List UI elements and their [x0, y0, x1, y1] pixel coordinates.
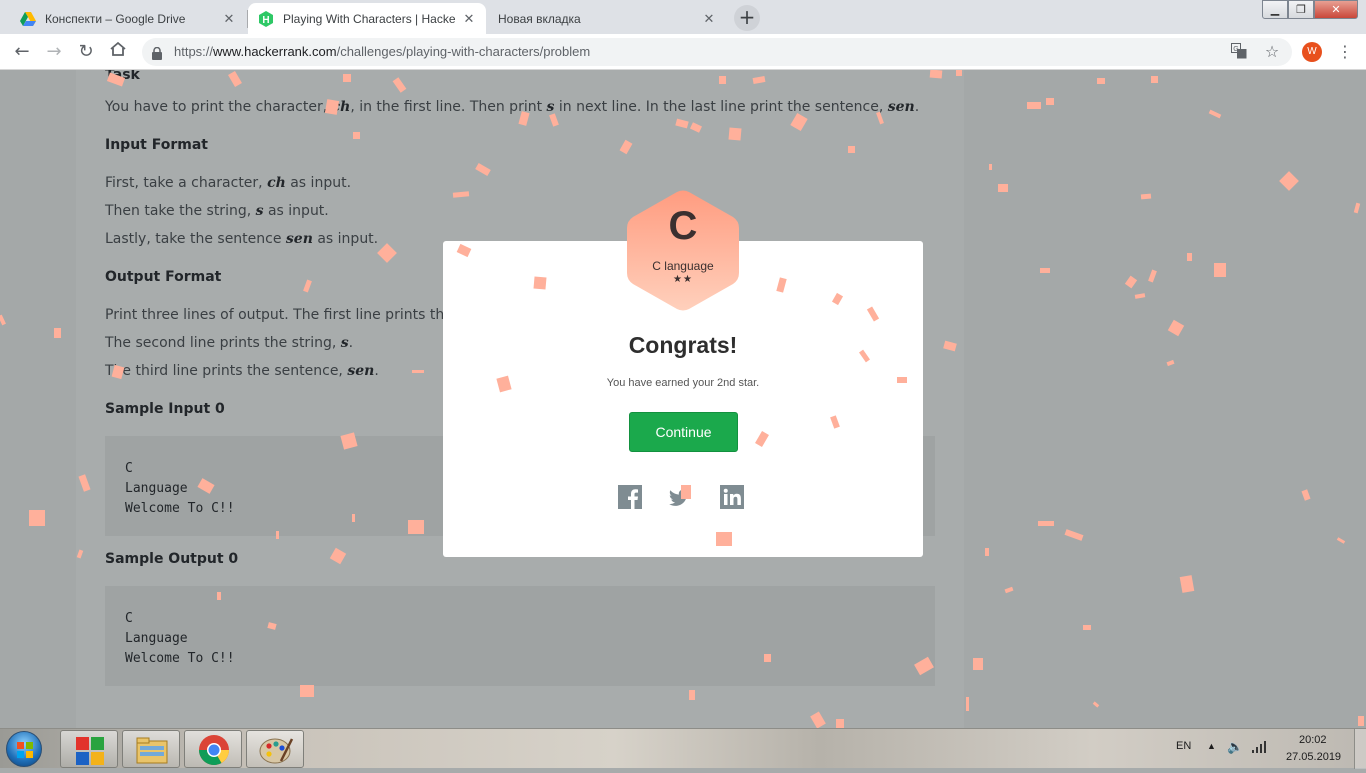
close-tab-icon[interactable]: ✕	[702, 11, 716, 27]
forward-button[interactable]: →	[42, 40, 66, 64]
sample-output-code: C Language Welcome To C!!	[105, 586, 935, 686]
minimize-button[interactable]: ▁	[1262, 0, 1288, 19]
output-line-3: The third line prints the sentence, sen.	[105, 363, 379, 379]
badge-language: C language	[652, 259, 714, 273]
sample-output-heading: Sample Output 0	[105, 551, 239, 567]
maximize-button[interactable]: ❐	[1288, 0, 1314, 19]
menu-kebab-icon[interactable]: ⋮	[1336, 42, 1354, 62]
tab-title: Playing With Characters | HackerRank	[283, 11, 456, 26]
input-format-heading: Input Format	[105, 137, 208, 153]
svg-text:G: G	[1233, 46, 1238, 53]
sample-input-heading: Sample Input 0	[105, 401, 225, 417]
language-star-badge: C C language ★★	[627, 190, 739, 311]
url-text: https://www.hackerrank.com/challenges/pl…	[174, 44, 591, 59]
code-line: C	[125, 611, 133, 626]
svg-text:H: H	[262, 15, 269, 26]
address-bar[interactable]: https://www.hackerrank.com/challenges/pl…	[142, 38, 1292, 66]
browser-toolbar: ← → ↻ https://www.hackerrank.com/challen…	[0, 34, 1366, 70]
network-signal-icon[interactable]	[1252, 741, 1268, 756]
start-button[interactable]	[6, 731, 42, 767]
bookmark-star-icon[interactable]: ☆	[1263, 43, 1281, 61]
input-line-1: First, take a character, ch as input.	[105, 175, 352, 191]
task-heading: Task	[105, 70, 140, 83]
windows-store-icon[interactable]	[60, 730, 118, 768]
tab-hackerrank[interactable]: H Playing With Characters | HackerRank ✕	[248, 3, 486, 34]
tab-title: Новая вкладка	[498, 11, 581, 26]
input-line-3: Lastly, take the sentence sen as input.	[105, 231, 379, 247]
language-indicator[interactable]: EN	[1176, 740, 1191, 752]
home-button[interactable]	[106, 40, 130, 64]
lock-icon	[152, 45, 162, 64]
badge-stars: ★★	[673, 274, 693, 285]
hackerrank-icon: H	[258, 10, 274, 27]
reload-button[interactable]: ↻	[74, 40, 98, 64]
task-text: You have to print the character, ch, in …	[105, 99, 920, 115]
show-desktop-button[interactable]	[1354, 729, 1366, 769]
output-line-2: The second line prints the string, s.	[105, 335, 354, 351]
google-drive-icon	[20, 11, 36, 27]
modal-title: Congrats!	[628, 332, 738, 358]
page-scrollbar[interactable]	[1351, 70, 1366, 728]
browser-tab-strip: Конспекти – Google Drive ✕ H Playing Wit…	[0, 0, 1366, 34]
show-hidden-icons-icon[interactable]: ▲	[1207, 741, 1216, 751]
close-window-button[interactable]: ✕	[1314, 0, 1358, 19]
twitter-icon[interactable]	[667, 485, 691, 509]
home-icon	[110, 41, 126, 56]
file-explorer-icon[interactable]	[122, 730, 180, 768]
volume-icon[interactable]: 🔈	[1227, 739, 1243, 755]
clock-date[interactable]: 27.05.2019	[1286, 751, 1341, 763]
translate-icon[interactable]: G	[1230, 43, 1248, 61]
chrome-icon[interactable]	[184, 730, 242, 768]
windows-taskbar: EN ▲ 🔈 20:02 27.05.2019	[0, 728, 1366, 769]
profile-avatar[interactable]: W	[1302, 42, 1322, 62]
input-line-2: Then take the string, s as input.	[105, 203, 329, 219]
code-line: Welcome To C!!	[125, 651, 235, 666]
back-button[interactable]: ←	[10, 40, 34, 64]
tab-new-tab[interactable]: Новая вкладка ✕	[488, 3, 726, 34]
tab-title: Конспекти – Google Drive	[45, 11, 186, 26]
code-line: Language	[125, 631, 188, 646]
clock-time[interactable]: 20:02	[1299, 734, 1327, 746]
tab-google-drive[interactable]: Конспекти – Google Drive ✕	[10, 3, 246, 34]
new-tab-button[interactable]: +	[734, 5, 760, 31]
output-line-1: Print three lines of output. The first l…	[105, 307, 453, 323]
close-tab-icon[interactable]: ✕	[222, 11, 236, 27]
facebook-icon[interactable]	[618, 485, 642, 509]
close-tab-icon[interactable]: ✕	[462, 11, 476, 27]
modal-message: You have earned your 2nd star.	[606, 377, 760, 389]
output-format-heading: Output Format	[105, 269, 222, 285]
continue-button[interactable]: Continue	[629, 412, 738, 452]
paint-icon[interactable]	[246, 730, 304, 768]
badge-letter: C	[668, 204, 698, 248]
linkedin-icon[interactable]	[720, 485, 744, 509]
